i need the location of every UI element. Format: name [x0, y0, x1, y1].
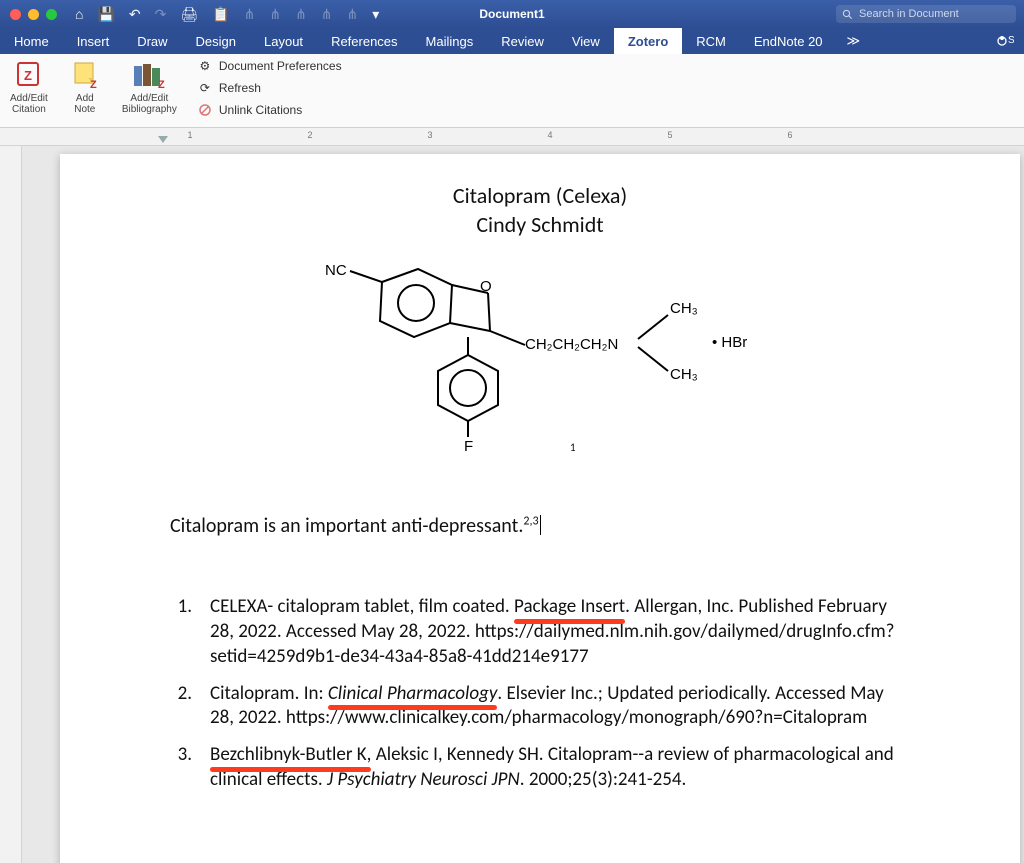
indent-marker-icon[interactable]	[158, 136, 168, 144]
doc-title: Citalopram (Celexa)	[170, 182, 910, 211]
footnote-marker: 1	[570, 441, 1024, 455]
tab-layout[interactable]: Layout	[250, 28, 317, 54]
unlink-citations-label: Unlink Citations	[219, 103, 302, 117]
svg-text:Z: Z	[90, 79, 97, 90]
ribbon-zotero: Z Add/Edit Citation Z Add Note Z Add/Edi…	[0, 54, 1024, 128]
reference-text: Citalopram. In: Clinical Pharmacology. E…	[210, 682, 910, 731]
ruler-mark: 5	[667, 130, 672, 140]
tab-review[interactable]: Review	[487, 28, 558, 54]
workspace: Citalopram (Celexa) Cindy Schmidt NC O	[0, 146, 1024, 863]
svg-text:• HBr: • HBr	[712, 334, 747, 351]
unlink-citations-button[interactable]: Unlink Citations	[195, 100, 344, 120]
add-edit-citation-button[interactable]: Z Add/Edit Citation	[0, 54, 58, 127]
document-canvas[interactable]: Citalopram (Celexa) Cindy Schmidt NC O	[22, 146, 1024, 863]
close-window[interactable]	[10, 9, 21, 20]
toolbox-icon-3[interactable]: ⋔	[295, 6, 307, 23]
tab-mailings[interactable]: Mailings	[412, 28, 488, 54]
horizontal-ruler[interactable]: 1 2 3 4 5 6	[0, 128, 1024, 146]
ruler-mark: 4	[547, 130, 552, 140]
svg-text:O: O	[480, 278, 492, 295]
unlink-icon	[197, 102, 213, 118]
document-preferences-button[interactable]: ⚙ Document Preferences	[195, 56, 344, 76]
vertical-ruler[interactable]	[0, 146, 22, 863]
refresh-label: Refresh	[219, 81, 261, 95]
body-text: Citalopram is an important anti-depressa…	[170, 514, 523, 538]
chemical-structure-image: NC O F	[320, 245, 760, 455]
reference-item: 3. Bezchlibnyk-Butler K, Aleksic I, Kenn…	[170, 743, 910, 792]
window-controls	[0, 9, 57, 20]
gear-icon: ⚙	[197, 58, 213, 74]
refresh-button[interactable]: ⟳ Refresh	[195, 78, 344, 98]
title-bar: ⌂ 💾 ↶ ↷ 🖨 📋 ⋔ ⋔ ⋔ ⋔ ⋔ ▾ Document1	[0, 0, 1024, 28]
body-paragraph: Citalopram is an important anti-depressa…	[170, 513, 910, 539]
citation-superscript: 2,3	[523, 515, 538, 529]
tab-insert[interactable]: Insert	[63, 28, 124, 54]
svg-text:CH₂CH₂CH₂N: CH₂CH₂CH₂N	[525, 336, 618, 353]
save-icon[interactable]: 💾	[97, 6, 114, 23]
tab-home[interactable]: Home	[0, 28, 63, 54]
tab-rcm[interactable]: RCM	[682, 28, 740, 54]
tab-endnote[interactable]: EndNote 20	[740, 28, 837, 54]
bibliography-icon: Z	[132, 60, 166, 90]
search-input[interactable]	[857, 7, 1010, 21]
ruler-mark: 3	[427, 130, 432, 140]
tab-zotero[interactable]: Zotero	[614, 28, 682, 54]
tab-overflow[interactable]: ≫	[837, 28, 871, 54]
add-note-button[interactable]: Z Add Note	[58, 54, 112, 127]
svg-text:S: S	[1008, 35, 1014, 46]
ruler-mark: 2	[307, 130, 312, 140]
ruler-mark: 6	[787, 130, 792, 140]
toolbox-icon-5[interactable]: ⋔	[347, 6, 359, 23]
zoom-window[interactable]	[46, 9, 57, 20]
search-box[interactable]	[836, 5, 1016, 23]
toolbox-icon-2[interactable]: ⋔	[269, 6, 281, 23]
citation-icon: Z	[14, 60, 44, 90]
customize-toolbar-icon[interactable]: ▾	[372, 6, 379, 23]
tab-design[interactable]: Design	[182, 28, 250, 54]
undo-icon[interactable]: ↶	[129, 6, 141, 23]
doc-author: Cindy Schmidt	[170, 211, 910, 240]
toolbox-icon-1[interactable]: ⋔	[244, 6, 256, 23]
paste-icon[interactable]: 📋	[212, 6, 229, 23]
reference-number: 1.	[170, 595, 192, 669]
svg-text:CH₃: CH₃	[670, 300, 698, 317]
svg-text:Z: Z	[24, 68, 32, 83]
ribbon-tabs: Home Insert Draw Design Layout Reference…	[0, 28, 1024, 54]
refresh-icon: ⟳	[197, 80, 213, 96]
svg-text:F: F	[464, 438, 473, 455]
add-edit-bibliography-button[interactable]: Z Add/Edit Bibliography	[112, 54, 187, 127]
reference-number: 2.	[170, 682, 192, 731]
toolbox-icon-4[interactable]: ⋔	[321, 6, 333, 23]
tab-draw[interactable]: Draw	[123, 28, 181, 54]
tab-view[interactable]: View	[558, 28, 614, 54]
reference-text: CELEXA- citalopram tablet, film coated. …	[210, 595, 910, 669]
reference-item: 2. Citalopram. In: Clinical Pharmacology…	[170, 682, 910, 731]
share-button[interactable]: S	[986, 28, 1024, 54]
redo-icon[interactable]: ↷	[155, 6, 167, 23]
share-icon: S	[996, 33, 1014, 49]
text-cursor	[540, 515, 541, 535]
tab-references[interactable]: References	[317, 28, 411, 54]
search-icon	[842, 9, 853, 20]
document-preferences-label: Document Preferences	[219, 59, 342, 73]
highlighted-text: Bezchlibnyk-Butler K,	[210, 743, 371, 768]
reference-text: Bezchlibnyk-Butler K, Aleksic I, Kennedy…	[210, 743, 910, 792]
ruler-mark: 1	[187, 130, 192, 140]
highlighted-text: Package Insert	[514, 595, 625, 620]
quick-access-toolbar: ⌂ 💾 ↶ ↷ 🖨 📋 ⋔ ⋔ ⋔ ⋔ ⋔ ▾	[75, 6, 379, 23]
document-title: Document1	[479, 7, 544, 21]
svg-text:Z: Z	[158, 79, 165, 90]
home-icon[interactable]: ⌂	[75, 6, 83, 22]
page[interactable]: Citalopram (Celexa) Cindy Schmidt NC O	[60, 154, 1020, 863]
note-icon: Z	[70, 60, 100, 90]
print-icon[interactable]: 🖨	[180, 6, 198, 23]
reference-item: 1. CELEXA- citalopram tablet, film coate…	[170, 595, 910, 669]
svg-text:CH₃: CH₃	[670, 366, 698, 383]
minimize-window[interactable]	[28, 9, 39, 20]
highlighted-text: Clinical Pharmacology	[328, 682, 498, 707]
reference-number: 3.	[170, 743, 192, 792]
svg-text:NC: NC	[325, 262, 347, 279]
